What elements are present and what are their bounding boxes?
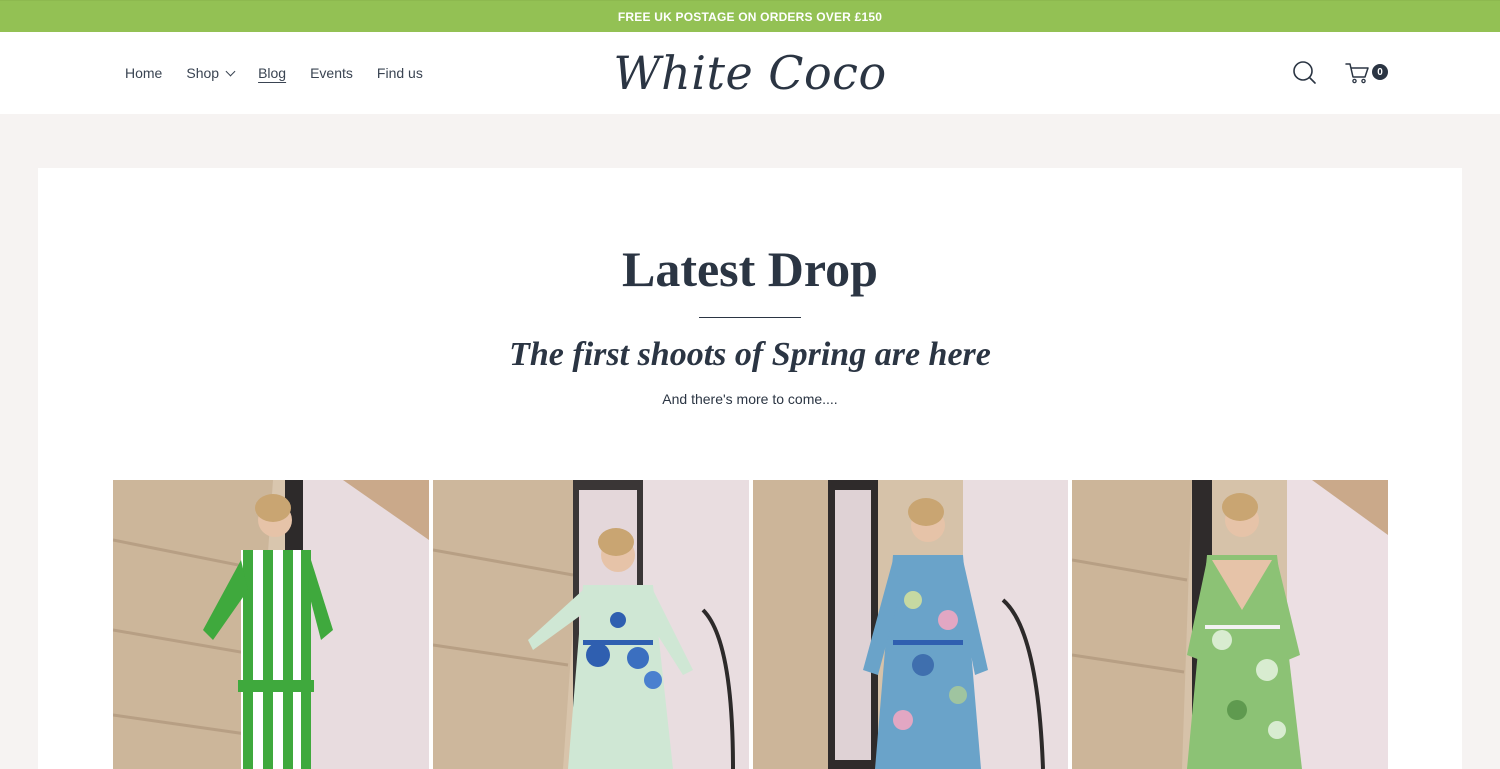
page-title: Latest Drop [621,241,878,297]
nav-home[interactable]: Home [125,65,162,81]
promo-text: FREE UK POSTAGE ON ORDERS OVER £150 [617,9,883,24]
page-tagline: And there's more to come.... [662,391,838,407]
gallery-photo-green-floral-dress[interactable] [1072,480,1388,769]
nav-find-us[interactable]: Find us [377,65,423,81]
gallery-photo-green-striped-dress[interactable] [113,480,429,769]
cart-count-badge: 0 [1372,64,1388,80]
nav-events[interactable]: Events [310,65,353,81]
promo-banner: FREE UK POSTAGE ON ORDERS OVER £150 [0,0,1500,32]
site-logo[interactable]: White Coco [600,32,900,114]
nav-blog[interactable]: Blog [258,65,286,81]
product-gallery [113,480,1388,769]
site-header: Home Shop Blog Events Find us White Coco [0,32,1500,114]
main-nav: Home Shop Blog Events Find us [125,32,447,114]
content-panel: Latest Drop The first shoots of Spring a… [38,168,1462,769]
search-icon[interactable] [1292,60,1318,86]
page-subtitle: The first shoots of Spring are here [509,336,991,373]
cart-icon[interactable] [1344,60,1372,86]
nav-shop[interactable]: Shop [186,65,236,81]
gallery-photo-mint-embroidered-dress[interactable] [432,480,749,769]
gallery-photo-blue-floral-dress[interactable] [752,480,1069,769]
chevron-down-icon [225,66,236,76]
title-divider [699,317,801,318]
